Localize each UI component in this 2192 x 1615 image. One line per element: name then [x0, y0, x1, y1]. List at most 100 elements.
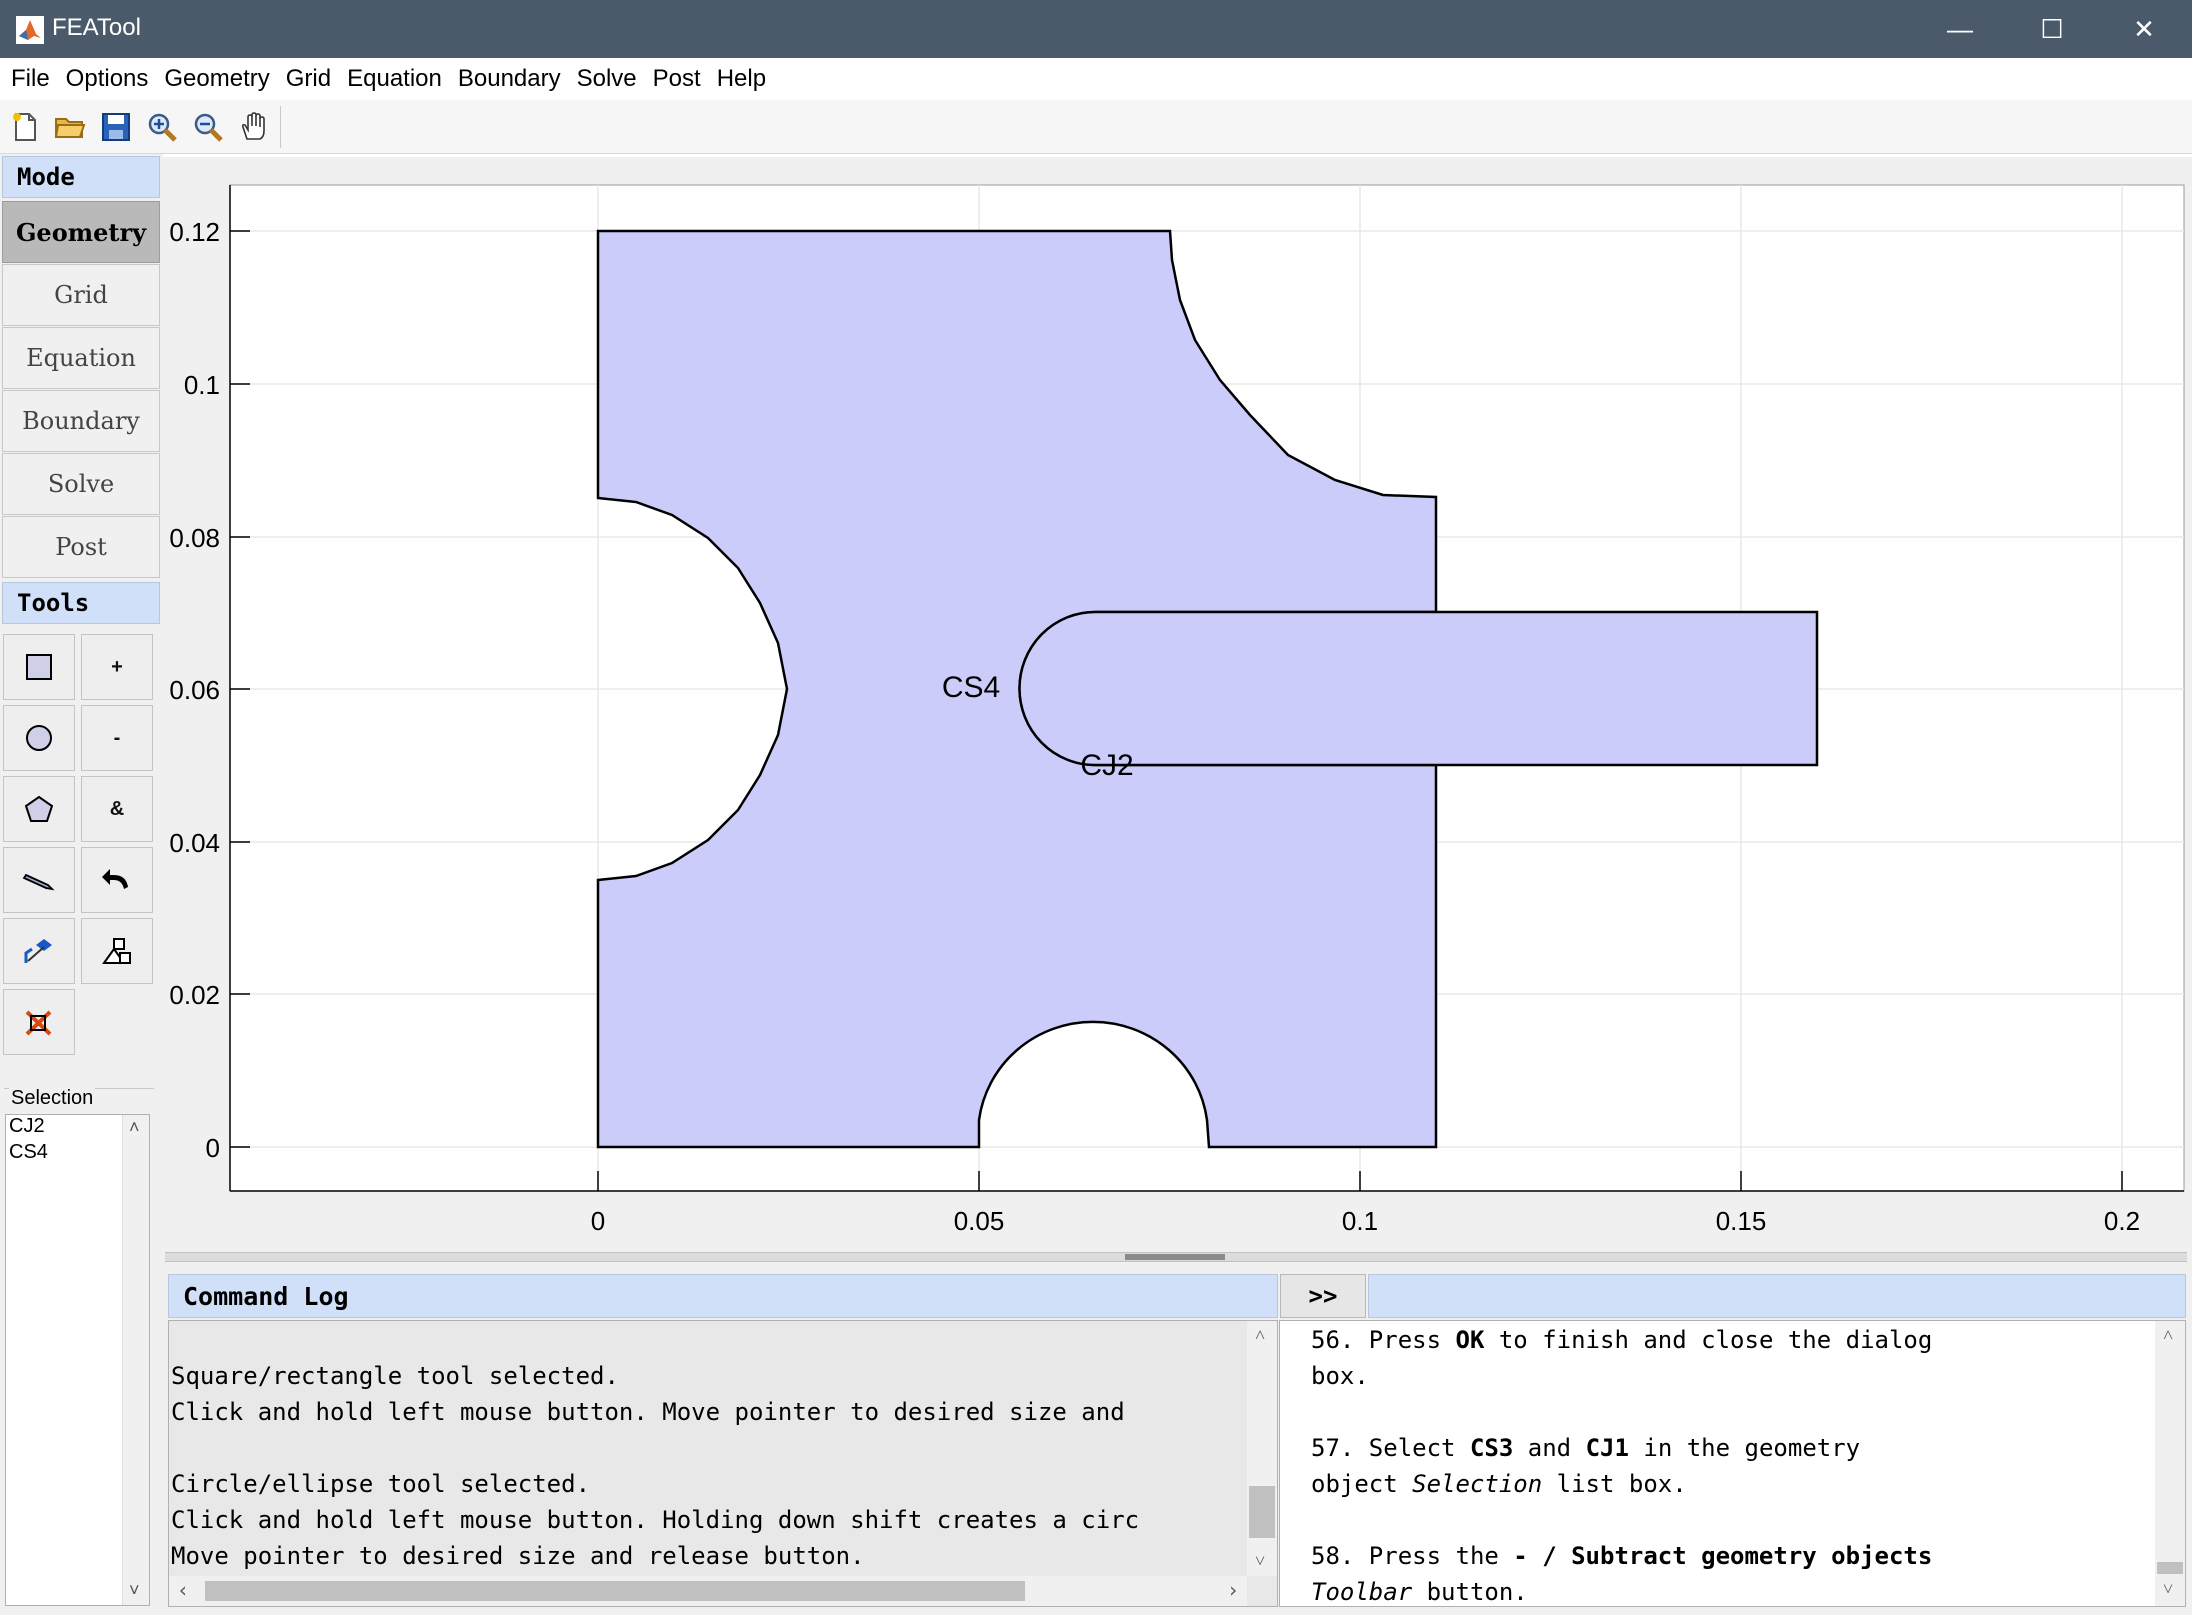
tools-header: Tools [2, 582, 160, 624]
geometry-plot[interactable]: 0.12 0.1 0.08 0.06 0.04 0.02 0 0 0.05 0.… [163, 154, 2192, 1245]
log-line: Click and hold left mouse button. Holdin… [171, 1506, 1140, 1534]
mode-grid-button[interactable]: Grid [2, 264, 160, 326]
help-text-bold: OK [1455, 1326, 1485, 1354]
subtract-geometry-button[interactable]: - [81, 705, 153, 771]
splitter-bar[interactable] [165, 1252, 2187, 1262]
mode-post-button[interactable]: Post [2, 516, 160, 578]
toolbar-separator [280, 106, 281, 148]
help-text: in the geometry [1628, 1434, 1861, 1462]
x-tick-label: 0.15 [1716, 1206, 1767, 1236]
selection-listbox[interactable]: CJ2 CS4 ˄ ˅ [5, 1114, 150, 1606]
geometry-object-cj2[interactable] [1018, 610, 1819, 767]
scroll-left-arrow-icon[interactable]: ‹ [177, 1578, 189, 1602]
y-tick-label: 0.1 [184, 370, 220, 400]
title-bar: FEATool — ☐ ✕ [0, 0, 2192, 58]
delete-geometry-icon [25, 1010, 52, 1036]
scroll-down-arrow-icon[interactable]: ˅ [2163, 1579, 2173, 1600]
selection-item-cj2[interactable]: CJ2 [9, 1115, 45, 1138]
intersect-geometry-button[interactable]: & [81, 776, 153, 842]
label-cj2: CJ2 [1080, 749, 1133, 782]
menu-bar: File Options Geometry Grid Equation Boun… [0, 58, 2192, 100]
add-geometry-button[interactable]: + [81, 634, 153, 700]
y-tick-label: 0.06 [169, 675, 220, 705]
pan-hand-icon[interactable] [235, 108, 273, 146]
help-textarea[interactable]: 56. Press OK to finish and close the dia… [1279, 1320, 2186, 1607]
polygon-icon [24, 795, 54, 822]
help-text: button. [1412, 1578, 1528, 1606]
geometry-objects-button[interactable] [81, 918, 153, 984]
geometry-objects-icon [102, 938, 131, 964]
log-vertical-scrollbar[interactable]: ˄ ˅ [1247, 1321, 1277, 1576]
geometry-plot-panel: 0.12 0.1 0.08 0.06 0.04 0.02 0 0 0.05 0.… [163, 154, 2192, 1245]
selection-scrollbar[interactable]: ˄ ˅ [122, 1115, 149, 1605]
help-text: list box. [1542, 1470, 1687, 1498]
menu-grid[interactable]: Grid [278, 65, 339, 93]
help-scroll-thumb[interactable] [2157, 1562, 2183, 1574]
transform-tool-button[interactable] [3, 918, 75, 984]
undo-button[interactable] [81, 847, 153, 913]
delete-geometry-button[interactable] [3, 989, 75, 1055]
polygon-tool-button[interactable] [3, 776, 75, 842]
y-tick-label: 0.02 [169, 980, 220, 1010]
mode-solve-button[interactable]: Solve [2, 453, 160, 515]
zoom-out-icon[interactable] [189, 108, 227, 146]
mode-header: Mode [2, 156, 160, 198]
zoom-in-icon[interactable] [143, 108, 181, 146]
scroll-down-arrow-icon[interactable]: ˅ [129, 1580, 140, 1601]
new-file-icon[interactable] [6, 108, 44, 146]
circle-tool-button[interactable] [3, 705, 75, 771]
circle-icon [26, 725, 52, 751]
help-vertical-scrollbar[interactable]: ˄ ˅ [2155, 1321, 2185, 1606]
menu-post[interactable]: Post [645, 65, 709, 93]
save-icon[interactable] [97, 108, 135, 146]
mode-boundary-button[interactable]: Boundary [2, 390, 160, 452]
splitter-grip[interactable] [1125, 1254, 1225, 1260]
minimize-button[interactable]: — [1914, 0, 2006, 58]
help-text-bold: CS3 [1469, 1434, 1514, 1462]
help-text: object [1311, 1470, 1413, 1498]
edit-tool-button[interactable] [3, 847, 75, 913]
x-tick-label: 0.05 [954, 1206, 1005, 1236]
log-scroll-thumb[interactable] [1249, 1486, 1275, 1538]
y-tick-label: 0.04 [169, 828, 220, 858]
transform-icon [24, 939, 52, 963]
help-text-italic: Toolbar [1311, 1578, 1413, 1606]
menu-geometry[interactable]: Geometry [156, 65, 277, 93]
help-text: to finish and close the dialog [1484, 1326, 1933, 1354]
scroll-up-arrow-icon[interactable]: ˄ [1255, 1325, 1265, 1346]
command-log-textarea[interactable]: Square/rectangle tool selected. Click an… [168, 1320, 1278, 1607]
maximize-button[interactable]: ☐ [2006, 0, 2098, 58]
rectangle-icon [26, 654, 52, 680]
window-title: FEATool [52, 14, 141, 41]
selection-item-cs4[interactable]: CS4 [9, 1141, 48, 1164]
x-tick-label: 0.2 [2104, 1206, 2140, 1236]
log-hscroll-thumb[interactable] [205, 1581, 1025, 1601]
log-horizontal-scrollbar[interactable]: ‹ › [169, 1576, 1247, 1606]
help-text: 57. Select [1311, 1434, 1470, 1462]
x-tick-label: 0.1 [1342, 1206, 1378, 1236]
menu-solve[interactable]: Solve [569, 65, 645, 93]
mode-equation-button[interactable]: Equation [2, 327, 160, 389]
menu-boundary[interactable]: Boundary [450, 65, 569, 93]
help-text: box. [1311, 1362, 1369, 1390]
scroll-right-arrow-icon[interactable]: › [1227, 1578, 1239, 1602]
open-folder-icon[interactable] [51, 108, 89, 146]
menu-equation[interactable]: Equation [339, 65, 450, 93]
menu-help[interactable]: Help [709, 65, 774, 93]
help-text: and [1513, 1434, 1586, 1462]
scroll-up-arrow-icon[interactable]: ˄ [129, 1117, 140, 1138]
help-text: 56. Press [1311, 1326, 1456, 1354]
log-line: Circle/ellipse tool selected. [171, 1470, 591, 1498]
menu-options[interactable]: Options [58, 65, 157, 93]
scroll-up-arrow-icon[interactable]: ˄ [2163, 1325, 2173, 1346]
selection-label: Selection [9, 1087, 96, 1110]
undo-arrow-icon [102, 869, 128, 889]
mode-geometry-button[interactable]: Geometry [2, 201, 160, 263]
close-button[interactable]: ✕ [2098, 0, 2190, 58]
y-tick-label: 0.12 [169, 217, 220, 247]
scroll-down-arrow-icon[interactable]: ˅ [1255, 1551, 1265, 1572]
rectangle-tool-button[interactable] [3, 634, 75, 700]
toggle-help-button[interactable]: >> [1280, 1274, 1366, 1318]
menu-file[interactable]: File [0, 65, 58, 93]
